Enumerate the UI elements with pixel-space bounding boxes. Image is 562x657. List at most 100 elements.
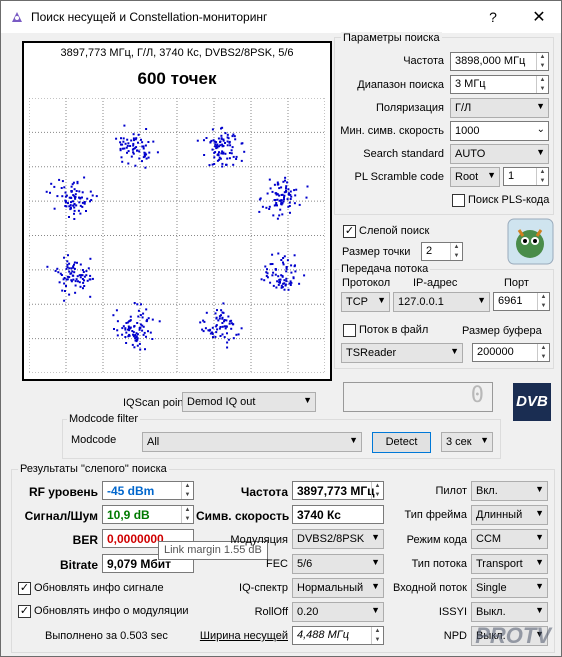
constellation-point [279,208,282,211]
mod-select[interactable]: DVBS2/8PSK ▼ [292,529,384,549]
constellation-point [88,278,91,281]
ip-select[interactable]: 127.0.0.1 ▼ [393,292,490,312]
rf-value: -45 dBm ▲ ▼ [102,481,194,500]
pls-code-input[interactable]: 1 ▲ ▼ [503,167,549,186]
freq-input[interactable]: 3898,000 МГц ▲ ▼ [450,52,549,71]
constellation-point [286,198,289,201]
rf-label: RF уровень [28,485,98,499]
pls-search-checkbox[interactable] [452,194,465,207]
point-size-input[interactable]: 2 ▲ ▼ [421,242,463,261]
interval-select[interactable]: 3 сек ▼ [441,432,493,452]
tofile-checkbox[interactable] [343,324,356,337]
input-select[interactable]: Single ▼ [471,578,548,598]
constellation-point [265,271,268,274]
constellation-point [298,203,301,206]
pilot-select[interactable]: Вкл. ▼ [471,481,548,501]
fec-select[interactable]: 5/6 ▼ [292,554,384,574]
constellation-point [137,309,140,312]
constellation-point [218,315,221,318]
std-select[interactable]: AUTO ▼ [450,144,549,164]
constellation-point [283,194,286,197]
constellation-point [289,198,292,200]
upd-mod-checkbox[interactable]: ✓ [18,605,31,618]
constellation-point [284,284,287,287]
constellation-point [287,192,290,195]
constellation-point [66,278,69,281]
constellation-point [133,346,136,349]
constellation-point [223,336,226,339]
pls-mode-select[interactable]: Root ▼ [450,167,500,187]
constellation-point [234,138,237,141]
issyi-select[interactable]: Выкл. ▼ [471,602,548,622]
constellation-point [202,330,205,333]
constellation-point [283,255,286,258]
constellation-point [215,141,218,144]
constellation-point [292,277,295,280]
constellation-point [68,216,70,218]
constellation-point [290,271,293,274]
pol-select[interactable]: Г/Л ▼ [450,98,549,118]
constellation-point [222,302,225,305]
constellation-point [228,140,231,143]
upd-signal-checkbox[interactable]: ✓ [18,582,31,595]
constellation-point [228,157,231,160]
iqscan-select[interactable]: Demod IQ out ▼ [182,392,316,412]
constellation-point [223,325,226,328]
minsr-select[interactable]: 1000 ⌄ [450,121,549,141]
constellation-point [70,196,72,199]
constellation-point [64,290,66,292]
reader-select[interactable]: TSReader ▼ [341,343,463,363]
constellation-point [77,280,79,283]
constellation-point [230,149,233,152]
rolloff-select[interactable]: 0.20 ▼ [292,602,384,622]
blind-search-checkbox[interactable]: ✓ [343,225,356,238]
constellation-point [271,253,274,256]
close-button[interactable]: ✕ [529,7,549,27]
constellation-point [89,295,92,298]
constellation-point [219,141,221,144]
constellation-point [74,291,77,294]
range-input[interactable]: 3 МГц ▲ ▼ [450,75,549,94]
bw-label[interactable]: Ширина несущей [196,630,288,642]
constellation-point [60,274,63,276]
constellation-point [87,267,90,270]
constellation-point [73,218,76,220]
buffer-input[interactable]: 200000 ▲ ▼ [472,343,550,362]
constellation-point [73,271,76,274]
constellation-point [116,329,119,332]
constellation-point [58,281,61,284]
constellation-point [123,124,126,127]
streamtype-select[interactable]: Transport ▼ [471,554,548,574]
constellation-point [141,316,144,319]
constellation-point [258,210,261,213]
constellation-point [129,319,132,322]
help-button[interactable]: ? [483,9,503,25]
constellation-point [235,333,238,336]
port-input[interactable]: 6961 ▲ ▼ [493,292,550,311]
constellation-point [145,128,148,130]
constellation-point [137,141,139,144]
proto-select[interactable]: TCP ▼ [341,292,390,312]
constellation-point [285,267,288,270]
modcode-select[interactable]: All ▼ [142,432,362,452]
constellation-point [282,282,285,285]
results-group-title: Результаты "слепого" поиска [18,463,169,475]
constellation-point [115,137,118,140]
detect-button[interactable]: Detect [372,432,431,453]
mod-label: Модуляция [230,534,288,546]
frame-select[interactable]: Длинный ▼ [471,505,548,525]
constellation-point [229,320,232,323]
port-label: Порт [504,277,529,289]
codemode-select[interactable]: CCM ▼ [471,529,548,549]
constellation-point [280,199,283,202]
constellation-point [78,190,81,193]
constellation-point [218,317,221,320]
iq-select[interactable]: Нормальный ▼ [292,578,384,598]
bw-value: 4,488 МГц ▲ ▼ [292,626,384,645]
constellation-point [126,138,129,141]
constellation-point [127,150,130,153]
constellation-point [278,214,281,217]
constellation-point [289,280,292,283]
constellation-point [89,257,92,260]
constellation-point [144,166,147,169]
